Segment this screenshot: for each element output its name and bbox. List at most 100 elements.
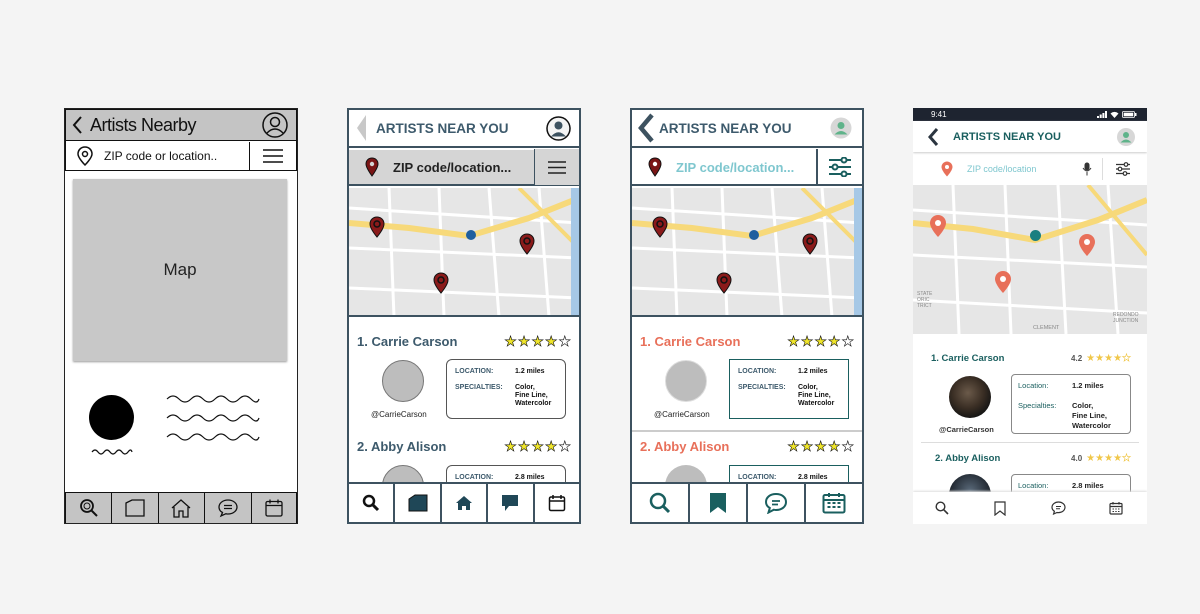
specialty: Fine Line,	[515, 392, 548, 399]
nav-home[interactable]	[442, 483, 489, 522]
page-title: ARTISTS NEAR YOU	[953, 130, 1061, 143]
artist-row-2[interactable]: 2. Abby Alison ★★★★★	[640, 435, 855, 457]
nav-search[interactable]	[349, 483, 396, 522]
nav-messages[interactable]	[205, 492, 252, 523]
nav-folder[interactable]	[112, 492, 159, 523]
specialties-label: Specialties:	[1018, 401, 1057, 410]
location-label: LOCATION:	[455, 368, 494, 375]
bottom-nav	[632, 482, 862, 522]
location-pin-icon	[941, 161, 953, 177]
artist-avatar[interactable]	[949, 376, 991, 418]
specialty: Watercolor	[1072, 421, 1111, 430]
artist-name: 2. Abby Alison	[357, 438, 447, 454]
wireframe-screen: Artists Nearby ZIP code or location.. Ma…	[64, 108, 298, 524]
nav-search[interactable]	[65, 492, 113, 523]
back-chevron-icon[interactable]	[70, 113, 86, 137]
search-row: ZIP code or location..	[65, 141, 297, 171]
map-marker-icon	[365, 157, 379, 177]
map-label-historic: STATE ORIC TRICT	[917, 291, 933, 309]
nav-calendar[interactable]	[251, 492, 297, 523]
header-bar: ARTISTS NEAR YOU	[913, 121, 1147, 152]
map-placeholder[interactable]: Map	[73, 179, 287, 361]
nav-calendar[interactable]	[535, 483, 579, 522]
wifi-icon	[1110, 111, 1119, 118]
artist-details-card: Location: 1.2 miles Specialties: Color, …	[1011, 374, 1131, 434]
filter-button[interactable]	[816, 149, 862, 185]
bookmark-icon	[994, 500, 1006, 516]
artist-marker-1[interactable]	[716, 272, 732, 294]
back-chevron-icon[interactable]	[638, 113, 654, 143]
home-icon	[456, 496, 473, 510]
nav-folder[interactable]	[395, 483, 442, 522]
search-input[interactable]: ZIP code or location..	[104, 149, 217, 163]
menu-button[interactable]	[534, 149, 579, 185]
back-chevron-icon[interactable]	[927, 127, 939, 147]
artist-marker-1[interactable]	[994, 270, 1012, 294]
specialty: Watercolor	[798, 400, 835, 407]
search-input[interactable]: ZIP code/location...	[676, 160, 794, 175]
nav-calendar[interactable]	[1087, 492, 1145, 524]
back-arrow-icon[interactable]	[355, 113, 367, 143]
profile-icon[interactable]	[546, 115, 571, 141]
nav-search[interactable]	[632, 483, 690, 522]
artist-marker-1[interactable]	[433, 272, 449, 294]
nav-messages[interactable]	[748, 483, 806, 522]
specialties-label: SPECIALTIES:	[455, 384, 503, 391]
details-squiggle	[166, 395, 260, 441]
artist-row-1[interactable]: 1. Carrie Carson ★★★★★	[640, 330, 855, 352]
profile-icon[interactable]	[262, 112, 288, 138]
microphone-icon[interactable]	[1082, 162, 1092, 176]
artist-marker-3[interactable]	[929, 214, 947, 238]
artist-marker-2[interactable]	[1078, 233, 1096, 257]
battery-icon	[1122, 111, 1137, 118]
artist-marker-2[interactable]	[802, 233, 818, 255]
sliders-icon[interactable]	[1115, 162, 1131, 176]
search-row: ZIP code/location...	[349, 149, 579, 186]
artist-row-2[interactable]: 2. Abby Alison ★★★★★	[357, 435, 572, 457]
profile-icon[interactable]	[830, 117, 852, 139]
star-rating: ★★★★★	[504, 437, 572, 454]
chat-icon	[764, 492, 788, 514]
search-row: ZIP code/location...	[632, 149, 862, 186]
sliders-icon	[829, 157, 851, 177]
chat-icon	[502, 495, 519, 511]
location-label: LOCATION:	[455, 474, 494, 481]
artist-name: 1. Carrie Carson	[931, 352, 1005, 364]
nav-home[interactable]	[158, 492, 206, 523]
map-view[interactable]	[349, 188, 579, 317]
nav-bookmarks[interactable]	[690, 483, 748, 522]
location-pin-icon	[77, 145, 93, 166]
artist-row-2[interactable]: 2. Abby Alison 4.0 ★★★★★	[935, 451, 1131, 465]
artist-name: 1. Carrie Carson	[357, 333, 458, 349]
nav-messages[interactable]	[1029, 492, 1087, 524]
star-rating: ★★★★★	[504, 332, 572, 349]
current-location-dot	[1030, 230, 1041, 241]
search-input[interactable]: ZIP code/location...	[393, 160, 511, 175]
profile-icon[interactable]	[1117, 127, 1135, 146]
map-view[interactable]	[632, 188, 862, 317]
map-view[interactable]: STATE ORIC TRICT CLEMENT REDONDO JUNCTIO…	[913, 185, 1147, 334]
search-icon	[935, 501, 949, 515]
bottom-nav	[913, 492, 1147, 524]
search-icon	[362, 494, 380, 512]
artist-row-1[interactable]: 1. Carrie Carson ★★★★★	[357, 330, 572, 352]
chat-icon	[218, 499, 238, 518]
artist-handle[interactable]: @CarrieCarson	[654, 410, 710, 419]
search-input[interactable]: ZIP code/location	[967, 164, 1036, 174]
status-time: 9:41	[931, 110, 947, 119]
artist-handle[interactable]: @CarrieCarson	[371, 410, 427, 419]
location-value: 1.2 miles	[1072, 381, 1104, 390]
nav-search[interactable]	[913, 492, 971, 524]
artist-marker-3[interactable]	[652, 216, 668, 238]
artist-row-1[interactable]: 1. Carrie Carson 4.2 ★★★★★	[931, 351, 1131, 365]
menu-button[interactable]	[249, 141, 296, 170]
artist-handle[interactable]: @CarrieCarson	[939, 425, 994, 434]
location-label: Location:	[1018, 381, 1049, 390]
artist-marker-3[interactable]	[369, 216, 385, 238]
rating-value: 4.0	[1071, 453, 1083, 463]
nav-bookmarks[interactable]	[971, 492, 1029, 524]
nav-messages[interactable]	[488, 483, 535, 522]
artist-marker-2[interactable]	[519, 233, 535, 255]
nav-calendar[interactable]	[806, 483, 862, 522]
page-title: ARTISTS NEAR YOU	[376, 120, 509, 136]
